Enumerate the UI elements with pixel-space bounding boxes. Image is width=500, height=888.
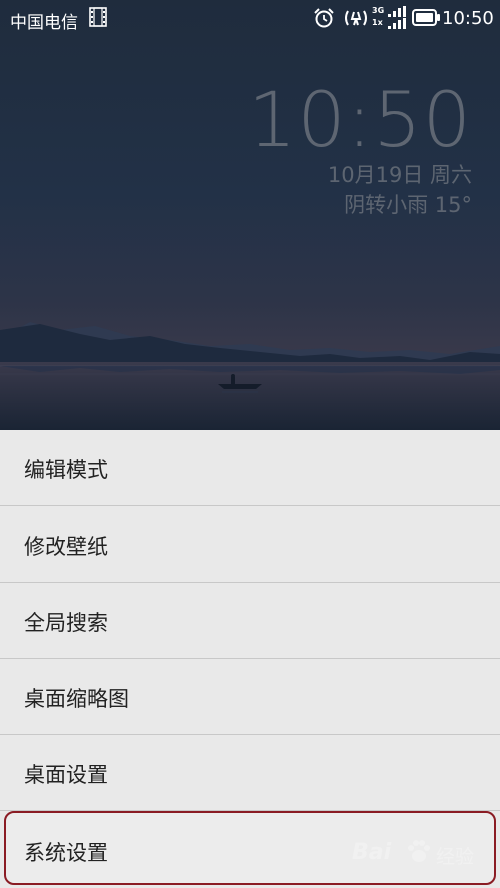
clock-date: 10月19日 周六 (327, 163, 472, 187)
watermark-brand: Bai (352, 840, 392, 865)
battery-icon (412, 9, 440, 26)
paw-icon (408, 840, 430, 862)
launcher-menu: 编辑模式 修改壁纸 全局搜索 桌面缩略图 桌面设置 系统设置 (0, 430, 500, 888)
menu-item-desktop-thumbnails[interactable]: 桌面缩略图 (0, 659, 500, 735)
clock-widget[interactable]: 10:50 10月19日 周六 阴转小雨 15° (248, 80, 472, 220)
menu-item-change-wallpaper[interactable]: 修改壁纸 (0, 507, 500, 583)
menu-item-global-search[interactable]: 全局搜索 (0, 583, 500, 659)
clock-time: 10:50 (247, 75, 472, 164)
clock-weather: 阴转小雨 15° (344, 193, 472, 217)
net-signal-icon: 3G 1x (372, 6, 410, 30)
status-bar: 中国电信 3G 1x 10:50 (0, 0, 500, 36)
baidu-watermark: Bai 经验 (352, 832, 482, 872)
menu-item-label: 系统设置 (24, 841, 108, 865)
menu-item-label: 桌面设置 (24, 763, 108, 787)
alarm-icon (314, 8, 334, 28)
network-label-top: 3G (372, 6, 385, 15)
menu-item-edit-mode[interactable]: 编辑模式 (0, 430, 500, 506)
menu-item-label: 修改壁纸 (24, 535, 108, 559)
carrier-name: 中国电信 (10, 13, 78, 33)
watermark-suffix: 经验 (436, 846, 475, 868)
network-label-bottom: 1x (372, 18, 383, 27)
signal-dual-icon (345, 10, 367, 26)
menu-item-desktop-settings[interactable]: 桌面设置 (0, 735, 500, 811)
menu-item-label: 全局搜索 (24, 611, 108, 635)
status-time: 10:50 (442, 8, 494, 29)
film-icon (89, 7, 107, 27)
menu-item-label: 桌面缩略图 (24, 687, 129, 711)
menu-item-label: 编辑模式 (24, 458, 108, 482)
